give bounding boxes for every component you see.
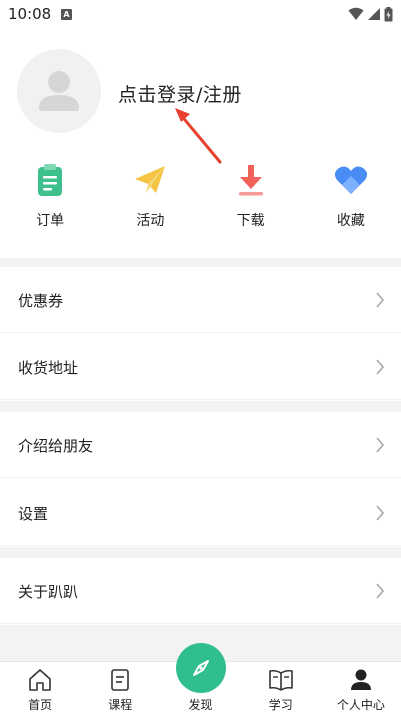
menu-row-label: 介绍给朋友 <box>18 437 94 455</box>
signal-icon <box>368 8 380 20</box>
menu-row-label: 关于趴趴 <box>18 583 79 601</box>
menu-row-label: 设置 <box>18 505 49 523</box>
tab-home[interactable]: 首页 <box>0 662 80 714</box>
quick-action-label: 下载 <box>236 213 265 229</box>
quick-action-activities[interactable]: 活动 <box>100 157 200 237</box>
quick-action-label: 活动 <box>136 213 165 229</box>
section-divider <box>0 401 401 412</box>
home-icon <box>29 669 51 691</box>
paper-plane-icon <box>135 166 166 193</box>
person-icon <box>350 669 371 690</box>
menu-row-label: 收货地址 <box>18 359 79 377</box>
tab-courses[interactable]: 课程 <box>80 662 160 714</box>
section-divider <box>0 547 401 558</box>
menu-row-label: 优惠券 <box>18 292 64 310</box>
quick-actions: 订单 活动 下载 收藏 <box>0 157 401 237</box>
download-icon <box>238 165 263 196</box>
chevron-right-icon <box>376 292 385 308</box>
status-icons <box>348 6 393 22</box>
user-avatar-icon <box>39 71 79 111</box>
notification-a-icon: A <box>61 9 72 20</box>
menu-row-coupons[interactable]: 优惠券 <box>0 267 401 333</box>
tab-label: 学习 <box>268 698 293 712</box>
status-time: 10:08 <box>8 5 52 23</box>
menu-row-address[interactable]: 收货地址 <box>0 334 401 400</box>
quick-action-orders[interactable]: 订单 <box>0 157 100 237</box>
wifi-icon <box>348 7 364 20</box>
tab-study[interactable]: 学习 <box>241 662 321 714</box>
chevron-right-icon <box>376 359 385 375</box>
chevron-right-icon <box>376 583 385 599</box>
course-icon <box>111 669 130 691</box>
book-icon <box>268 669 293 691</box>
login-register-link[interactable]: 点击登录/注册 <box>118 80 242 107</box>
tab-label: 个人中心 <box>336 698 385 712</box>
quick-action-downloads[interactable]: 下载 <box>201 157 301 237</box>
battery-icon <box>384 6 393 21</box>
chevron-right-icon <box>376 505 385 521</box>
discover-button[interactable] <box>175 643 226 693</box>
bottom-tab-bar: 首页 课程 发现 学习 个人中心 <box>0 643 401 714</box>
tab-label: 课程 <box>108 698 133 712</box>
menu-row-settings[interactable]: 设置 <box>0 480 401 546</box>
menu-row-invite[interactable]: 介绍给朋友 <box>0 412 401 478</box>
status-bar: 10:08 A <box>0 0 401 28</box>
tab-label: 发现 <box>188 698 213 712</box>
heart-icon <box>334 166 367 194</box>
tab-profile[interactable]: 个人中心 <box>321 662 401 714</box>
avatar[interactable] <box>17 49 101 133</box>
tab-discover[interactable]: 发现 <box>160 643 240 714</box>
quick-action-favorites[interactable]: 收藏 <box>301 157 401 237</box>
menu-row-about[interactable]: 关于趴趴 <box>0 558 401 624</box>
compass-icon <box>192 660 209 676</box>
chevron-right-icon <box>376 437 385 453</box>
profile-header: 点击登录/注册 订单 活动 下载 收藏 <box>0 28 401 260</box>
quick-action-label: 收藏 <box>336 213 365 229</box>
order-clipboard-icon <box>38 164 63 196</box>
section-divider <box>0 258 401 267</box>
quick-action-label: 订单 <box>36 213 65 229</box>
tab-label: 首页 <box>28 698 53 712</box>
